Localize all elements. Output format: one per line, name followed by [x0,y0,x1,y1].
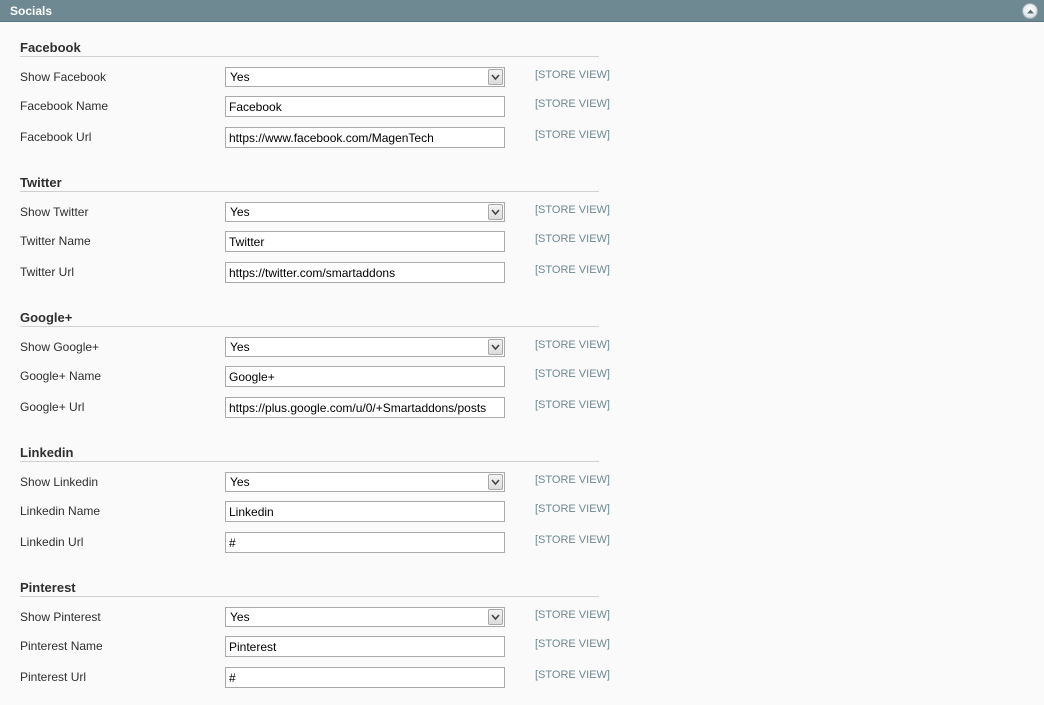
show-facebook-select[interactable]: Yes [225,67,505,87]
row-facebook-name: Facebook Name [STORE VIEW] [20,96,620,118]
store-view-scope: [STORE VIEW] [535,399,610,411]
row-pinterest-name: Pinterest Name [STORE VIEW] [20,636,620,658]
pinterest-url-input[interactable] [225,667,505,688]
row-show-linkedin: Show Linkedin Yes [STORE VIEW] [20,472,620,494]
select-value: Yes [230,205,250,219]
field-label: Twitter Name [20,234,91,248]
show-google-plus-select[interactable]: Yes [225,337,505,357]
section-google-plus: Google+ Show Google+ Yes [STORE VIEW] Go… [20,310,610,435]
row-twitter-url: Twitter Url [STORE VIEW] [20,262,620,284]
store-view-scope: [STORE VIEW] [535,129,610,141]
show-twitter-select[interactable]: Yes [225,202,505,222]
section-pinterest: Pinterest Show Pinterest Yes [STORE VIEW… [20,580,610,705]
select-value: Yes [230,340,250,354]
row-show-twitter: Show Twitter Yes [STORE VIEW] [20,202,620,224]
section-divider [20,461,599,462]
show-linkedin-select[interactable]: Yes [225,472,505,492]
field-label: Facebook Name [20,99,109,113]
pinterest-name-input[interactable] [225,636,505,657]
field-label: Show Facebook [20,70,107,84]
chevron-down-icon[interactable] [488,339,503,355]
field-label: Pinterest Url [20,670,87,684]
google-plus-url-input[interactable] [225,397,505,418]
row-pinterest-url: Pinterest Url [STORE VIEW] [20,667,620,689]
chevron-down-icon[interactable] [488,69,503,85]
store-view-scope: [STORE VIEW] [535,474,610,486]
panel-title: Socials [10,4,53,18]
section-linkedin: Linkedin Show Linkedin Yes [STORE VIEW] … [20,445,610,570]
field-label: Show Linkedin [20,475,99,489]
section-facebook: Facebook Show Facebook Yes [STORE VIEW] … [20,40,610,165]
section-title: Facebook [20,40,81,55]
field-label: Linkedin Url [20,535,84,549]
chevron-down-icon[interactable] [488,609,503,625]
show-pinterest-select[interactable]: Yes [225,607,505,627]
collapse-up-icon[interactable] [1022,3,1038,19]
row-google-plus-url: Google+ Url [STORE VIEW] [20,397,620,419]
store-view-scope: [STORE VIEW] [535,233,610,245]
section-divider [20,191,599,192]
store-view-scope: [STORE VIEW] [535,609,610,621]
field-label: Google+ Url [20,400,85,414]
store-view-scope: [STORE VIEW] [535,669,610,681]
section-divider [20,596,599,597]
row-show-facebook: Show Facebook Yes [STORE VIEW] [20,67,620,89]
field-label: Google+ Name [20,369,102,383]
store-view-scope: [STORE VIEW] [535,534,610,546]
row-linkedin-url: Linkedin Url [STORE VIEW] [20,532,620,554]
twitter-url-input[interactable] [225,262,505,283]
linkedin-name-input[interactable] [225,501,505,522]
field-label: Show Google+ [20,340,100,354]
chevron-down-icon[interactable] [488,474,503,490]
store-view-scope: [STORE VIEW] [535,503,610,515]
field-label: Facebook Url [20,130,92,144]
store-view-scope: [STORE VIEW] [535,98,610,110]
linkedin-url-input[interactable] [225,532,505,553]
field-label: Show Twitter [20,205,89,219]
section-title: Linkedin [20,445,74,460]
facebook-url-input[interactable] [225,127,505,148]
row-show-google-plus: Show Google+ Yes [STORE VIEW] [20,337,620,359]
select-value: Yes [230,70,250,84]
section-twitter: Twitter Show Twitter Yes [STORE VIEW] Tw… [20,175,610,300]
section-title: Twitter [20,175,62,190]
row-twitter-name: Twitter Name [STORE VIEW] [20,231,620,253]
field-label: Show Pinterest [20,610,101,624]
select-value: Yes [230,475,250,489]
row-google-plus-name: Google+ Name [STORE VIEW] [20,366,620,388]
section-divider [20,56,599,57]
store-view-scope: [STORE VIEW] [535,339,610,351]
store-view-scope: [STORE VIEW] [535,69,610,81]
select-value: Yes [230,610,250,624]
field-label: Pinterest Name [20,639,103,653]
store-view-scope: [STORE VIEW] [535,204,610,216]
store-view-scope: [STORE VIEW] [535,638,610,650]
field-label: Linkedin Name [20,504,101,518]
section-title: Pinterest [20,580,76,595]
section-title: Google+ [20,310,73,325]
google-plus-name-input[interactable] [225,366,505,387]
field-label: Twitter Url [20,265,74,279]
store-view-scope: [STORE VIEW] [535,264,610,276]
row-linkedin-name: Linkedin Name [STORE VIEW] [20,501,620,523]
twitter-name-input[interactable] [225,231,505,252]
store-view-scope: [STORE VIEW] [535,368,610,380]
facebook-name-input[interactable] [225,96,505,117]
chevron-down-icon[interactable] [488,204,503,220]
row-show-pinterest: Show Pinterest Yes [STORE VIEW] [20,607,620,629]
row-facebook-url: Facebook Url [STORE VIEW] [20,127,620,149]
socials-panel-header[interactable]: Socials [0,0,1044,22]
section-divider [20,326,599,327]
